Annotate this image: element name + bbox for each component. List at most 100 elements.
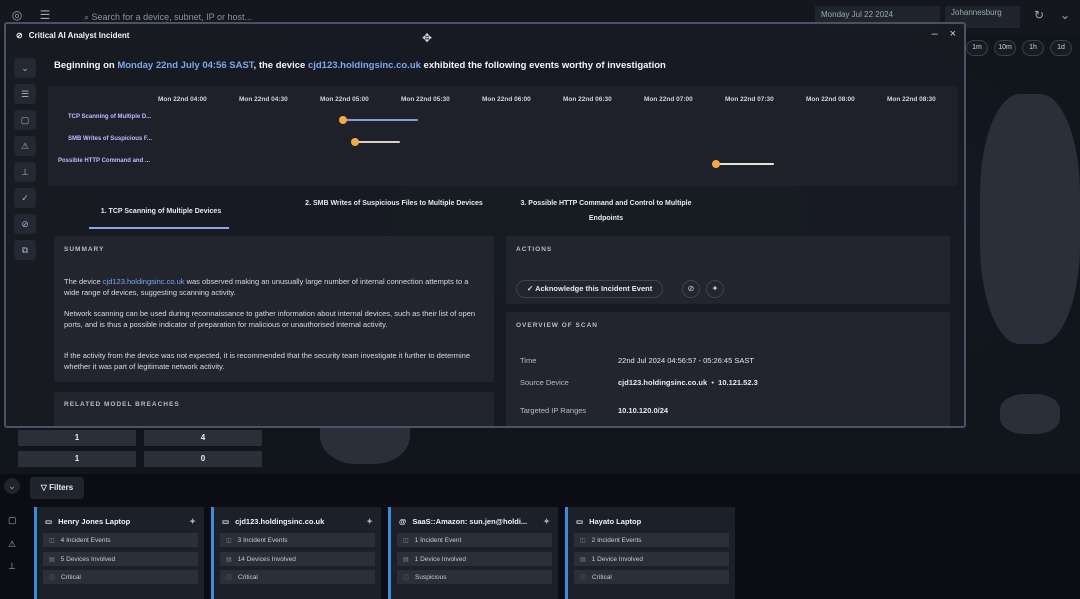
events-icon: ◫: [226, 537, 232, 544]
card-row: ▤ 1 Device Involved: [574, 552, 729, 566]
acknowledge-button[interactable]: ✓ Acknowledge this Incident Event: [516, 280, 664, 298]
card-row: ◫ 3 Incident Events: [220, 533, 375, 547]
timeline-row-label[interactable]: Possible HTTP Command and ...: [58, 158, 150, 164]
related-breaches-panel: RELATED MODEL BREACHES: [54, 392, 494, 426]
search-icon: ⌕: [84, 12, 92, 22]
map-landmass: [1000, 394, 1060, 434]
comment-icon[interactable]: ▢: [14, 110, 36, 130]
incident-card[interactable]: ▭ cjd123.holdingsinc.co.uk ✦ ◫ 3 Incident E…: [211, 507, 381, 599]
chevron-down-icon[interactable]: ⌄: [1056, 8, 1074, 26]
source-value: cjd123.holdingsinc.co.uk • 10.121.52.3: [618, 378, 758, 387]
refresh-icon[interactable]: ↻: [1030, 8, 1048, 26]
card-row: ▤ 5 Devices Involved: [43, 552, 198, 566]
link-icon[interactable]: ⊘: [14, 214, 36, 234]
summary-panel: SUMMARY The device cjd123.holdingsinc.co…: [54, 236, 494, 382]
zoom-10m-button[interactable]: 10m: [994, 40, 1016, 56]
card-row: ▤ 1 Device Involved: [397, 552, 552, 566]
count-cell: 1: [18, 430, 136, 446]
timeline-row-label[interactable]: TCP Scanning of Multiple D...: [68, 114, 151, 120]
info-icon: ⓘ: [580, 575, 587, 582]
zoom-1d-button[interactable]: 1d: [1050, 40, 1072, 56]
collapse-icon[interactable]: ⌄: [14, 58, 36, 78]
alert-icon[interactable]: ⚠: [8, 539, 16, 550]
left-rail: ▢ ⚠ ⊥: [0, 505, 28, 599]
filters-button[interactable]: ▽ Filters: [30, 477, 84, 499]
timeline-time: Mon 22nd 04:30: [239, 96, 288, 103]
event-bar[interactable]: [354, 141, 400, 143]
card-row: ▤ 14 Devices Involved: [220, 552, 375, 566]
list-icon[interactable]: ☰: [14, 84, 36, 104]
collapse-toggle-icon[interactable]: ⌄: [4, 478, 20, 494]
event-start-marker[interactable]: [351, 138, 359, 146]
device-link[interactable]: cjd123.holdingsinc.co.uk: [308, 60, 421, 71]
incident-card[interactable]: ▭ Hayato Laptop ◫ 2 Incident Events ▤ 1 Dev…: [565, 507, 735, 599]
card-header: @ SaaS::Amazon: sun.jen@holdi... ✦: [399, 516, 550, 526]
card-row: ⓘ Critical: [220, 570, 375, 584]
timeline-row-label[interactable]: SMB Writes of Suspicious F...: [68, 136, 152, 142]
zoom-1m-button[interactable]: 1m: [966, 40, 988, 56]
summary-paragraph: If the activity from the device was not …: [64, 351, 471, 371]
timeline-time: Mon 22nd 05:00: [320, 96, 369, 103]
count-cell: 0: [144, 451, 262, 467]
at-icon: @: [399, 516, 407, 526]
card-row: ◫ 4 Incident Events: [43, 533, 198, 547]
desktop-icon: ▭: [222, 516, 230, 526]
copy-icon[interactable]: ⧉: [14, 240, 36, 260]
zoom-1h-button[interactable]: 1h: [1022, 40, 1044, 56]
event-start-marker[interactable]: [712, 160, 720, 168]
check-icon: ✓: [527, 284, 536, 293]
source-label: Source Device: [520, 378, 569, 387]
devices-icon: ▤: [49, 556, 55, 563]
incident-card[interactable]: @ SaaS::Amazon: sun.jen@holdi... ✦ ◫ 1 Inci…: [388, 507, 558, 599]
chat-icon[interactable]: ▢: [8, 515, 17, 526]
timeline-time: Mon 22nd 05:30: [401, 96, 450, 103]
devices-icon: ▤: [403, 556, 409, 563]
events-icon: ◫: [49, 537, 55, 544]
incident-card[interactable]: ▭ Henry Jones Laptop ✦ ◫ 4 Incident Events …: [34, 507, 204, 599]
tab-event-1[interactable]: 1. TCP Scanning of Multiple Devices: [86, 204, 236, 219]
pin-action-button[interactable]: ✦: [706, 280, 724, 298]
event-timeline: Mon 22nd 04:00 Mon 22nd 04:30 Mon 22nd 0…: [48, 86, 958, 186]
minimize-icon[interactable]: –: [931, 28, 937, 40]
events-icon: ◫: [580, 537, 586, 544]
event-start-marker[interactable]: [339, 116, 347, 124]
link-action-button[interactable]: ⊘: [682, 280, 700, 298]
overview-header: OVERVIEW OF SCAN: [516, 322, 598, 329]
device-link[interactable]: cjd123.holdingsinc.co.uk: [103, 277, 185, 286]
tab-event-3[interactable]: 3. Possible HTTP Command and Control to …: [506, 196, 706, 226]
check-icon[interactable]: ✓: [14, 188, 36, 208]
info-icon: ⓘ: [403, 575, 410, 582]
timeline-time: Mon 22nd 07:00: [644, 96, 693, 103]
active-tab-indicator: [89, 227, 229, 229]
laptop-icon: ▭: [576, 516, 584, 526]
devices-icon: ▤: [226, 556, 232, 563]
timeline-time: Mon 22nd 08:30: [887, 96, 936, 103]
pin-icon[interactable]: ✦: [189, 517, 196, 526]
modal-controls: – ×: [931, 28, 956, 40]
pin-icon[interactable]: ✦: [366, 517, 373, 526]
app-root: ◎ ☰ ⌕ Search for a device, subnet, IP or…: [0, 0, 1080, 599]
event-bar[interactable]: [342, 119, 418, 121]
move-icon[interactable]: ✥: [422, 31, 432, 45]
events-icon: ◫: [403, 537, 409, 544]
timeline-time: Mon 22nd 04:00: [158, 96, 207, 103]
tab-event-2[interactable]: 2. SMB Writes of Suspicious Files to Mul…: [304, 196, 484, 211]
incident-headline: Beginning on Monday 22nd July 04:56 SAST…: [54, 60, 666, 71]
alert-icon[interactable]: ⚠: [14, 136, 36, 156]
source-ip[interactable]: 10.121.52.3: [718, 378, 758, 387]
close-icon[interactable]: ×: [950, 28, 956, 40]
modal-title: ⊘ Critical AI Analyst Incident: [16, 31, 130, 40]
card-row: ⓘ Suspicious: [397, 570, 552, 584]
card-header: ▭ Henry Jones Laptop ✦: [45, 516, 196, 526]
event-bar[interactable]: [714, 163, 774, 165]
pin-icon[interactable]: ⊥: [8, 561, 16, 572]
timeline-time: Mon 22nd 08:00: [806, 96, 855, 103]
timeline-time: Mon 22nd 07:30: [725, 96, 774, 103]
count-cell: 4: [144, 430, 262, 446]
pin-icon[interactable]: ✦: [543, 517, 550, 526]
pin-icon[interactable]: ⊥: [14, 162, 36, 182]
card-header: ▭ Hayato Laptop: [576, 516, 642, 526]
time-zoom-controls: 1m 10m 1h 1d: [966, 40, 1072, 56]
source-host[interactable]: cjd123.holdingsinc.co.uk: [618, 378, 707, 387]
bg-counts: 1 4 1 0: [18, 424, 278, 470]
